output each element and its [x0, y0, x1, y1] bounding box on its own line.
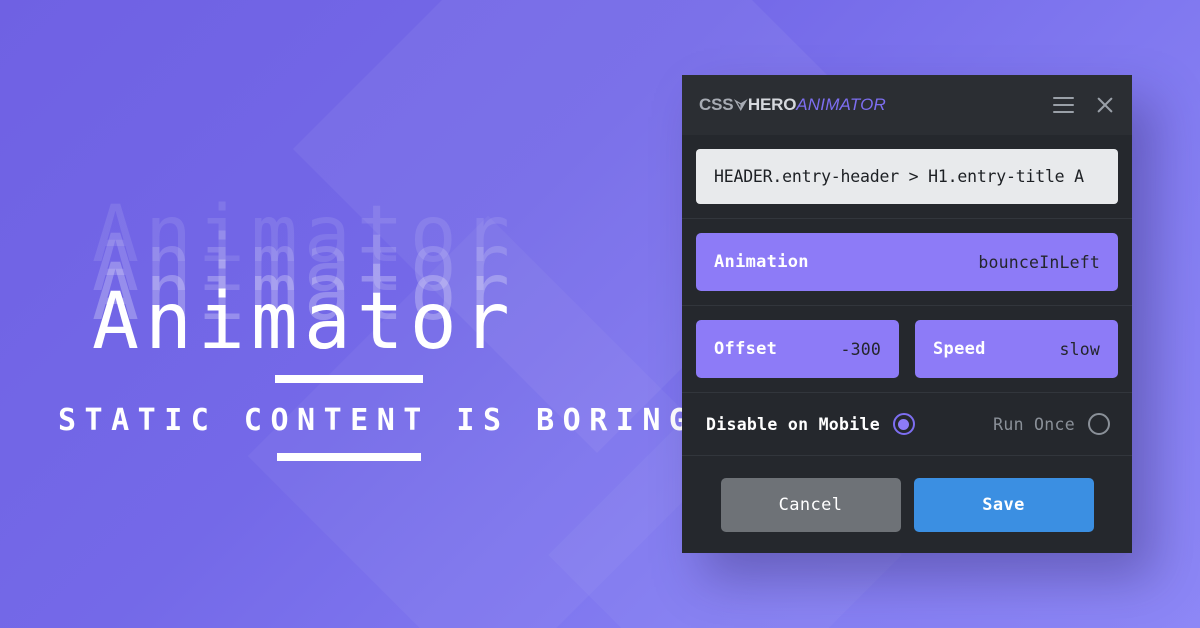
dialog-header-actions [1052, 94, 1116, 116]
logo-css-text: CSS [699, 95, 734, 114]
run-once-label: Run Once [993, 414, 1075, 434]
offset-value: -300 [840, 339, 881, 359]
disable-on-mobile-radio-icon[interactable] [892, 413, 915, 435]
offset-speed-row: Offset -300 Speed slow [696, 320, 1118, 378]
hamburger-icon[interactable] [1052, 94, 1074, 116]
hero-title: Animator [92, 277, 516, 367]
hamburger-line-2 [1052, 104, 1074, 106]
lightning-bolt-icon: ⮛ [734, 96, 747, 114]
cancel-button[interactable]: Cancel [720, 477, 901, 532]
css-selector-input[interactable]: HEADER.entry-header > H1.entry-title A [696, 149, 1118, 204]
animated-title-stack: Animator Animator Animator Animator [0, 196, 680, 376]
animation-select[interactable]: Animation bounceInLeft [696, 233, 1118, 291]
toggle-run-once[interactable]: Run Once [993, 413, 1110, 435]
selector-section: HEADER.entry-header > H1.entry-title A [682, 135, 1132, 219]
logo-animator-text: ANIMATOR [796, 95, 887, 114]
offset-speed-section: Offset -300 Speed slow [682, 306, 1132, 393]
animation-label: Animation [714, 252, 809, 272]
speed-select[interactable]: Speed slow [915, 320, 1118, 378]
toggle-row: Disable on Mobile Run Once [682, 393, 1132, 456]
run-once-radio-icon[interactable] [1088, 413, 1110, 435]
disable-on-mobile-label: Disable on Mobile [706, 414, 880, 434]
hamburger-line-1 [1052, 97, 1074, 99]
hero-section: Animator Animator Animator Animator STAT… [0, 0, 687, 628]
close-icon[interactable] [1094, 94, 1116, 116]
dialog-title-bar: CSS ⮛ HERO ANIMATOR [682, 75, 1132, 135]
hero-divider-bar-bottom [277, 453, 421, 461]
hamburger-line-3 [1052, 111, 1074, 113]
dialog-footer: Cancel Save [682, 456, 1132, 553]
animation-section: Animation bounceInLeft [682, 219, 1132, 306]
logo-hero-text: HERO [747, 95, 797, 114]
hero-subtitle: STATIC CONTENT IS BORING [58, 403, 696, 438]
app-logo: CSS ⮛ HERO ANIMATOR [699, 95, 886, 115]
animation-value: bounceInLeft [978, 252, 1100, 272]
hero-divider-bar-top [275, 375, 423, 383]
save-button[interactable]: Save [913, 477, 1094, 532]
animator-dialog: CSS ⮛ HERO ANIMATOR HEADER.entry-header … [682, 75, 1132, 553]
dialog-body: HEADER.entry-header > H1.entry-title A A… [682, 135, 1132, 553]
speed-value: slow [1059, 339, 1100, 359]
offset-select[interactable]: Offset -300 [696, 320, 899, 378]
offset-label: Offset [714, 339, 778, 359]
speed-label: Speed [933, 339, 986, 359]
toggle-disable-on-mobile[interactable]: Disable on Mobile [706, 413, 915, 435]
